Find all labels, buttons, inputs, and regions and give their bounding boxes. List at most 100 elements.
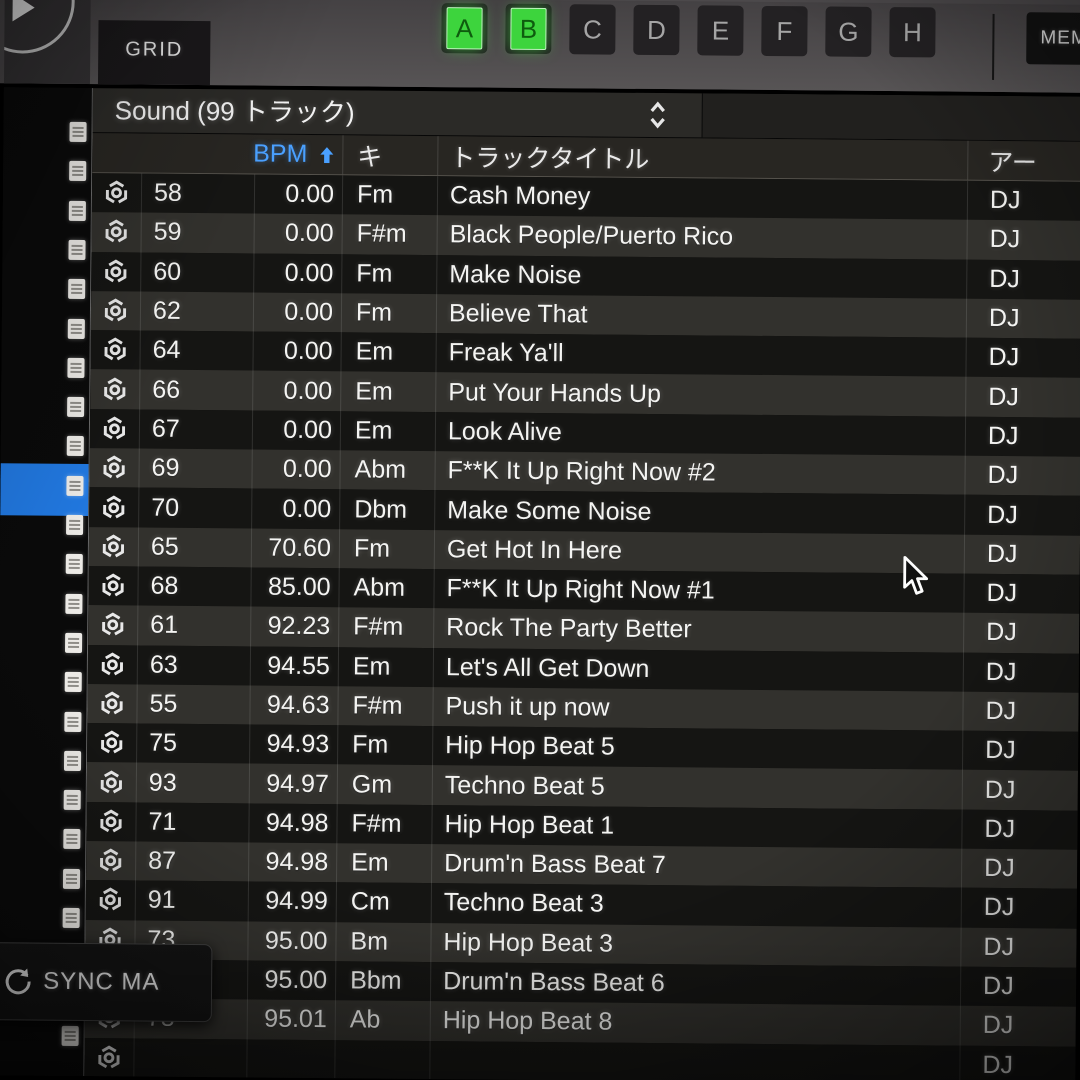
playlist-item-chip[interactable] [64, 751, 81, 771]
track-artist-cell: DJ [961, 849, 1077, 889]
track-bpm-cell: 0.00 [252, 371, 340, 411]
track-number-cell: 61 [137, 606, 250, 646]
track-number-cell: 87 [135, 842, 248, 882]
track-title-cell [429, 1041, 959, 1080]
track-icon [101, 376, 128, 403]
bank-button-label: B [510, 8, 546, 50]
track-artist-cell: DJ [966, 259, 1080, 299]
track-title-cell: Techno Beat 3 [431, 883, 961, 927]
playlist-item-chip[interactable] [68, 318, 85, 338]
track-key-cell: Em [340, 372, 435, 412]
bank-button-C[interactable]: C [569, 4, 615, 54]
bank-button-F[interactable]: F [761, 6, 807, 56]
tab-grid[interactable]: GRID [98, 20, 211, 85]
track-number-cell: 75 [136, 724, 249, 764]
track-icon [102, 258, 129, 285]
track-artist-cell: DJ [965, 416, 1080, 456]
playlist-item-chip[interactable] [69, 161, 86, 181]
track-number-cell: 71 [135, 802, 248, 842]
column-header-artist[interactable]: アー [967, 141, 1080, 181]
bank-button-H[interactable]: H [889, 7, 935, 57]
track-number-cell: 55 [136, 684, 249, 724]
playlist-item-chip[interactable] [65, 633, 82, 653]
track-key-cell: Ab [335, 1000, 430, 1040]
playlist-item-chip[interactable] [65, 593, 82, 613]
bank-button-D[interactable]: D [633, 5, 679, 55]
track-title-cell: Put Your Hands Up [435, 373, 965, 417]
track-artist-cell: DJ [966, 220, 1080, 260]
track-number-cell: 91 [135, 881, 248, 921]
track-icon-cell [91, 212, 140, 252]
playlist-title[interactable]: Sound (99 トラック) [115, 88, 355, 134]
track-icon-cell [91, 291, 140, 331]
track-bpm-cell: 0.00 [252, 410, 340, 450]
playlist-item-chip[interactable] [63, 869, 80, 889]
track-artist-cell: DJ [962, 692, 1078, 732]
column-header-key[interactable]: キ [342, 135, 437, 175]
column-header-bpm[interactable]: BPM [141, 139, 342, 170]
track-number-cell: 69 [138, 449, 251, 489]
playlist-item-chip[interactable] [69, 200, 86, 220]
bank-button-A[interactable]: A [441, 3, 487, 53]
track-title-cell: Drum'n Bass Beat 6 [430, 962, 960, 1006]
track-bpm-cell: 95.01 [247, 1000, 335, 1040]
track-bpm-cell: 94.98 [248, 803, 336, 843]
playlist-item-chip[interactable] [63, 908, 80, 928]
track-icon-cell [92, 173, 141, 213]
track-icon-cell [88, 645, 137, 685]
playlist-item-chip[interactable] [67, 436, 84, 456]
column-header-title[interactable]: トラックタイトル [437, 136, 967, 180]
bpm-header-label: BPM [253, 139, 307, 168]
track-bpm-cell: 94.93 [249, 725, 337, 765]
playlist-item-chip[interactable] [68, 279, 85, 299]
track-key-cell: Abm [339, 450, 434, 490]
playlist-item-chip[interactable] [69, 122, 86, 142]
sync-manager-button[interactable]: SYNC MA [0, 942, 212, 1022]
memo-button[interactable]: MEMO [1026, 12, 1080, 65]
track-icon [103, 219, 130, 246]
dj-software-screenshot: GRID ABCDEFGH MEMO Sound (99 トラック) [0, 0, 1080, 1080]
playlist-item-chip[interactable] [68, 240, 85, 260]
track-key-cell: Fm [337, 725, 432, 765]
table-row[interactable]: DJ [84, 1038, 1075, 1080]
playlist-item-chip[interactable] [67, 397, 84, 417]
track-key-cell: F#m [336, 804, 431, 844]
track-icon-cell [87, 763, 136, 803]
track-icon-cell [90, 330, 139, 370]
track-artist-cell: DJ [963, 652, 1079, 692]
sync-icon [3, 966, 33, 996]
playlist-item-chip[interactable] [63, 829, 80, 849]
playlist-item-chip[interactable] [66, 476, 83, 496]
track-artist-cell: DJ [962, 770, 1078, 810]
track-artist-cell: DJ [965, 377, 1080, 417]
bank-button-label: A [446, 7, 482, 49]
track-icon [95, 1044, 122, 1071]
track-key-cell [334, 1040, 429, 1080]
track-key-cell: F#m [341, 215, 436, 255]
track-title-cell: Let's All Get Down [433, 648, 963, 692]
track-icon [97, 808, 124, 835]
track-icon-cell [86, 802, 135, 842]
bank-button-G[interactable]: G [825, 6, 871, 56]
track-artist-cell: DJ [964, 495, 1080, 535]
track-bpm-cell: 85.00 [250, 567, 338, 607]
playlist-item-chip[interactable] [66, 554, 83, 574]
playlist-item-chip[interactable] [62, 1026, 79, 1046]
playlist-item-chip[interactable] [65, 672, 82, 692]
transport-area [4, 0, 91, 84]
track-icon-cell [87, 723, 136, 763]
track-number-cell: 62 [140, 291, 253, 331]
bank-button-B[interactable]: B [505, 4, 551, 54]
track-icon [98, 769, 125, 796]
bank-button-E[interactable]: E [697, 5, 743, 55]
track-icon [100, 494, 127, 521]
track-icon [97, 887, 124, 914]
playlist-item-chip[interactable] [64, 790, 81, 810]
track-key-cell: Abm [338, 568, 433, 608]
track-key-cell: Fm [342, 175, 437, 215]
playlist-item-chip[interactable] [67, 358, 84, 378]
playlist-item-chip[interactable] [66, 515, 83, 535]
track-artist-cell: DJ [964, 456, 1080, 496]
playlist-item-chip[interactable] [64, 711, 81, 731]
sort-toggle-icon[interactable] [641, 98, 675, 132]
